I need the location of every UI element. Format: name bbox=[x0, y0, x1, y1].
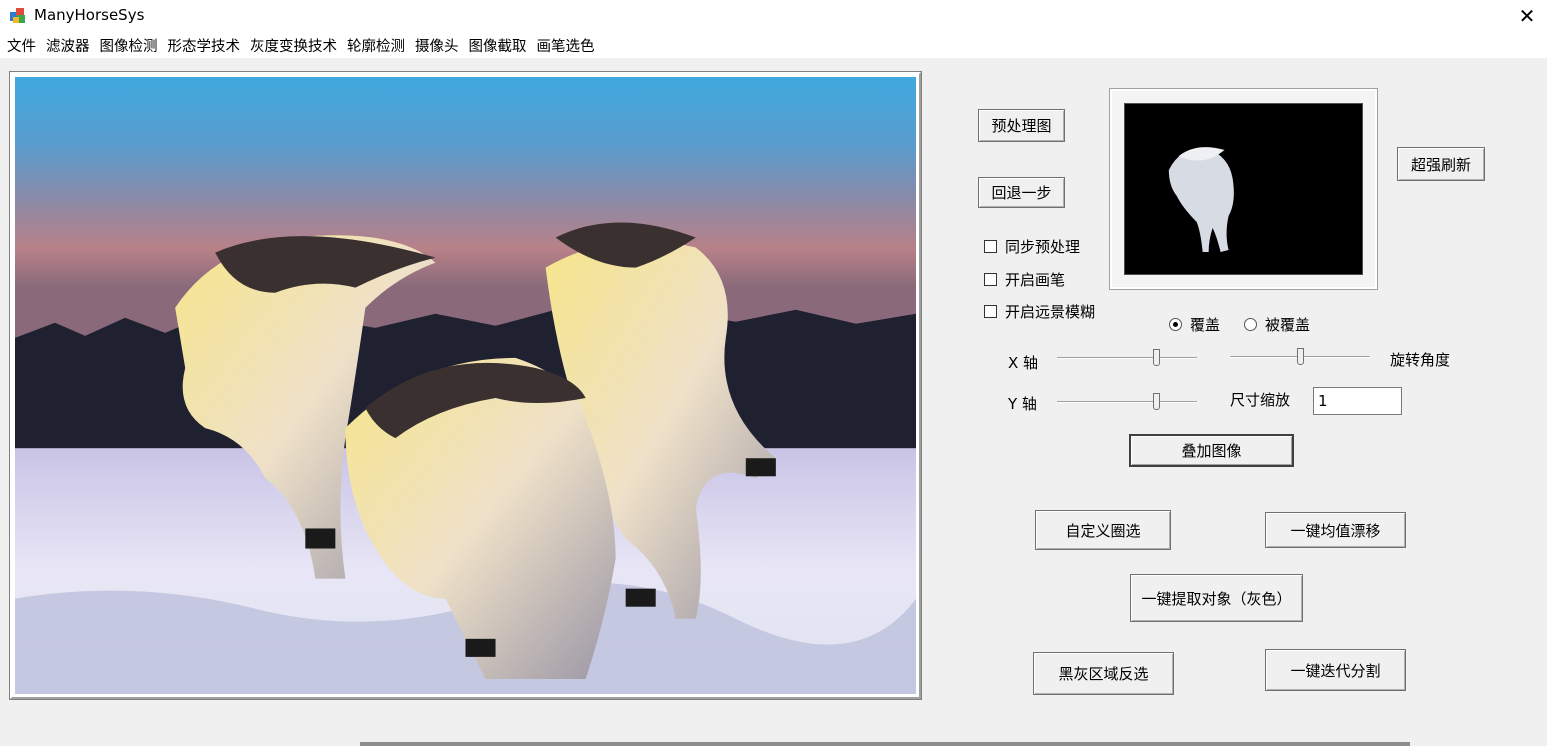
close-icon: ✕ bbox=[1518, 4, 1536, 28]
main-image-panel[interactable] bbox=[9, 71, 922, 700]
title-bar: ManyHorseSys ✕ bbox=[0, 0, 1547, 33]
overlay-radio[interactable]: 覆盖 bbox=[1169, 314, 1220, 335]
preview-image bbox=[1125, 104, 1362, 274]
menu-filter[interactable]: 滤波器 bbox=[43, 35, 93, 56]
app-window: ManyHorseSys ✕ 文件 滤波器 图像检测 形态学技术 灰度变换技术 … bbox=[0, 0, 1547, 746]
mean-shift-button[interactable]: 一键均值漂移 bbox=[1265, 512, 1406, 548]
slider-track bbox=[1057, 401, 1197, 403]
horses-image[interactable] bbox=[15, 77, 916, 694]
radio-label: 被覆盖 bbox=[1265, 316, 1311, 334]
menu-bar: 文件 滤波器 图像检测 形态学技术 灰度变换技术 轮廓检测 摄像头 图像截取 画… bbox=[0, 33, 1547, 58]
overlay-image-button[interactable]: 叠加图像 bbox=[1129, 434, 1294, 467]
refresh-button[interactable]: 超强刷新 bbox=[1397, 147, 1485, 181]
rotation-label: 旋转角度 bbox=[1390, 351, 1451, 369]
iterative-segment-button[interactable]: 一键迭代分割 bbox=[1265, 649, 1406, 691]
bottom-text-strip bbox=[360, 742, 1410, 746]
slider-thumb[interactable] bbox=[1152, 393, 1160, 410]
x-axis-label: X 轴 bbox=[1008, 354, 1039, 372]
close-button[interactable]: ✕ bbox=[1507, 0, 1547, 32]
menu-contour-detect[interactable]: 轮廓检测 bbox=[344, 35, 408, 56]
enable-brush-checkbox[interactable]: 开启画笔 bbox=[984, 269, 1065, 290]
app-icon bbox=[10, 8, 25, 23]
far-blur-checkbox[interactable]: 开启远景模糊 bbox=[984, 301, 1095, 322]
checkbox-label: 开启画笔 bbox=[1005, 271, 1066, 289]
slider-thumb[interactable] bbox=[1296, 348, 1304, 365]
scale-input[interactable] bbox=[1313, 387, 1402, 415]
preview-canvas bbox=[1124, 103, 1363, 275]
scale-label: 尺寸缩放 bbox=[1230, 391, 1291, 409]
menu-brush-color[interactable]: 画笔选色 bbox=[534, 35, 598, 56]
extract-object-button[interactable]: 一键提取对象（灰色） bbox=[1130, 574, 1303, 622]
menu-file[interactable]: 文件 bbox=[4, 35, 39, 56]
y-axis-label: Y 轴 bbox=[1008, 395, 1037, 413]
menu-camera[interactable]: 摄像头 bbox=[412, 35, 462, 56]
menu-morphology[interactable]: 形态学技术 bbox=[165, 35, 244, 56]
invert-region-button[interactable]: 黑灰区域反选 bbox=[1033, 652, 1174, 695]
preprocess-button[interactable]: 预处理图 bbox=[978, 109, 1065, 142]
undo-button[interactable]: 回退一步 bbox=[978, 177, 1065, 208]
custom-select-button[interactable]: 自定义圈选 bbox=[1035, 510, 1171, 550]
radio-dot[interactable] bbox=[1244, 318, 1257, 331]
menu-image-detect[interactable]: 图像检测 bbox=[97, 35, 161, 56]
checkbox-label: 开启远景模糊 bbox=[1005, 303, 1096, 321]
rotation-slider[interactable] bbox=[1230, 347, 1370, 367]
preview-panel bbox=[1109, 88, 1378, 290]
radio-dot[interactable] bbox=[1169, 318, 1182, 331]
sync-preprocess-checkbox[interactable]: 同步预处理 bbox=[984, 236, 1080, 257]
slider-thumb[interactable] bbox=[1152, 349, 1160, 366]
menu-gray-transform[interactable]: 灰度变换技术 bbox=[247, 35, 340, 56]
checkbox-box[interactable] bbox=[984, 273, 997, 286]
y-axis-slider[interactable] bbox=[1057, 392, 1197, 412]
radio-label: 覆盖 bbox=[1190, 316, 1221, 334]
checkbox-box[interactable] bbox=[984, 240, 997, 253]
checkbox-box[interactable] bbox=[984, 305, 997, 318]
slider-track bbox=[1057, 357, 1197, 359]
window-title: ManyHorseSys bbox=[34, 6, 145, 24]
checkbox-label: 同步预处理 bbox=[1005, 238, 1081, 256]
x-axis-slider[interactable] bbox=[1057, 348, 1197, 368]
menu-image-crop[interactable]: 图像截取 bbox=[466, 35, 530, 56]
overlaid-radio[interactable]: 被覆盖 bbox=[1244, 314, 1310, 335]
